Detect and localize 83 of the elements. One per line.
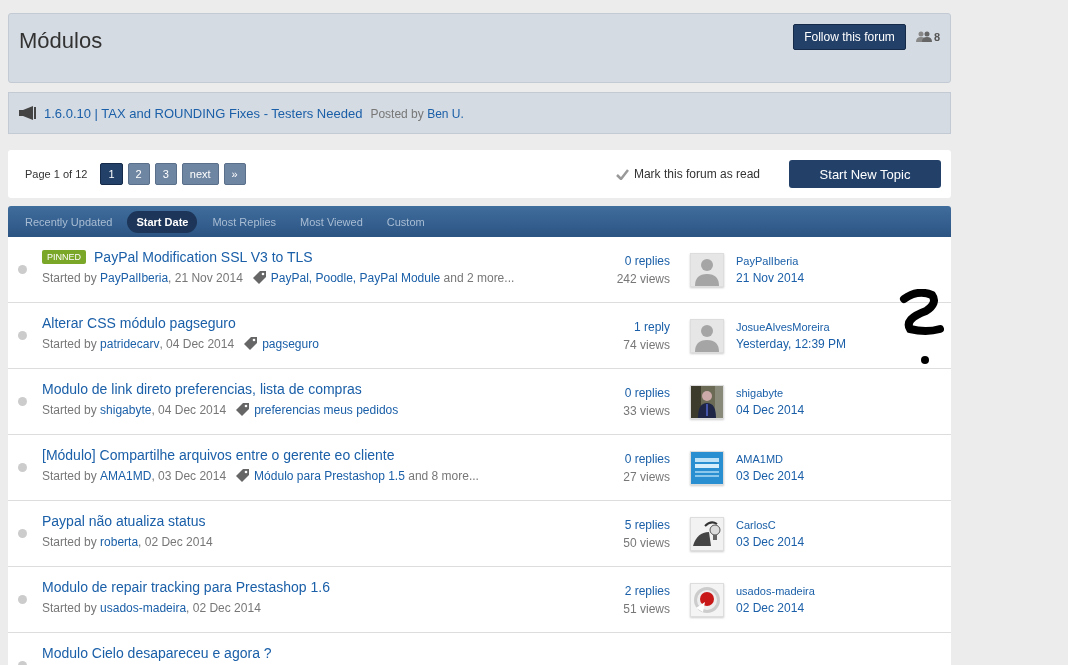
started-by-label: Started by [42,270,98,285]
last-poster-link[interactable]: PayPalIberia [736,254,951,267]
started-by-label: Started by [42,336,98,351]
author-link[interactable]: patridecarv [100,336,160,351]
sort-tab[interactable]: Start Date [127,210,198,233]
unread-dot-icon [18,265,27,274]
replies-link[interactable]: 0 replies [624,451,670,466]
users-icon [915,31,932,43]
tags-link[interactable]: PayPal, Poodle, PayPal Module [270,270,441,285]
megaphone-icon [19,106,36,120]
topic-title-link[interactable]: Paypal não atualiza status [42,512,206,529]
forum-title: Módulos [19,28,103,54]
topic-title-link[interactable]: Modulo de link direto preferencias, lista de compras [42,380,362,397]
tag-icon [236,403,250,416]
tags-link[interactable]: preferencias meus pedidos [254,402,399,417]
sort-tab[interactable]: Custom [377,210,434,233]
views-count: 74 views [623,337,670,352]
page-label: Page 1 of 12 [25,168,88,180]
tags-link[interactable]: Módulo para Prestashop 1.5 [254,468,405,483]
last-poster-link[interactable]: CarlosC [736,518,951,531]
sort-tab[interactable]: Recently Updated [16,210,122,233]
views-count: 27 views [623,469,670,484]
last-post-date-link[interactable]: 21 Nov 2014 [736,270,951,285]
tag-icon [244,337,258,350]
unread-dot-icon [18,463,27,472]
views-count: 33 views [623,403,670,418]
unread-dot-icon [18,331,27,340]
last-poster-link[interactable]: usados-madeira [736,584,951,597]
start-date: , 02 Dec 2014 [186,600,261,615]
replies-link[interactable]: 0 replies [624,385,670,400]
start-date: , 21 Nov 2014 [168,270,243,285]
more-tags-text: and 8 more... [407,468,479,483]
last-post-date-link[interactable]: Yesterday, 12:39 PM [736,336,951,351]
started-by-label: Started by [42,534,98,549]
replies-link[interactable]: 0 replies [624,253,670,268]
replies-link[interactable]: 1 reply [633,319,670,334]
tags-link[interactable]: pagseguro [262,336,319,351]
replies-link[interactable]: 5 replies [624,517,670,532]
start-date: , 04 Dec 2014 [159,336,235,351]
start-date: , 02 Dec 2014 [138,534,213,549]
follower-count: 8 [933,31,940,43]
started-by-label: Started by [42,468,98,483]
unread-dot-icon [18,397,27,406]
next-page-button[interactable]: next [181,163,219,185]
start-date: , 04 Dec 2014 [151,402,227,417]
unread-dot-icon [18,595,27,604]
pinned-badge: PINNED [42,249,86,264]
mark-read-link[interactable]: Mark this forum as read [615,167,760,181]
tag-icon [252,271,266,284]
sort-tab[interactable]: Most Replies [203,210,285,233]
last-page-button[interactable]: » [223,163,246,185]
announcement-author-link[interactable]: Ben U. [427,106,464,121]
replies-link[interactable]: 2 replies [624,583,670,598]
unread-dot-icon [18,529,27,538]
more-tags-text: and 2 more... [442,270,515,285]
sort-tab[interactable]: Most Viewed [291,210,372,233]
views-count: 242 views [616,271,670,286]
start-new-topic-button[interactable]: Start New Topic [789,160,941,188]
start-date: , 03 Dec 2014 [151,468,227,483]
follow-forum-button[interactable]: Follow this forum [793,24,906,50]
announcement-link[interactable]: 1.6.0.10 | TAX and ROUNDING Fixes - Testers Needed [44,105,363,121]
topic-title-link[interactable]: [Módulo] Compartilhe arquivos entre o gerente eo cliente [42,446,395,463]
topic-title-link[interactable]: Modulo de repair tracking para Prestashop 1.6 [42,578,330,595]
last-post-date-link[interactable]: 04 Dec 2014 [736,402,951,417]
last-post-date-link[interactable]: 03 Dec 2014 [736,468,951,483]
page-button[interactable]: 3 [154,163,177,185]
page-button[interactable]: 1 [100,163,123,185]
last-poster-link[interactable]: AMA1MD [736,452,951,465]
posted-by-label: Posted by [370,106,425,121]
last-poster-link[interactable]: shigabyte [736,386,951,399]
last-poster-link[interactable]: JosueAlvesMoreira [736,320,951,333]
topic-title-link[interactable]: PayPal Modification SSL V3 to TLS [94,248,313,265]
last-post-date-link[interactable]: 02 Dec 2014 [736,600,951,615]
started-by-label: Started by [42,402,98,417]
started-by-label: Started by [42,600,98,615]
topic-title-link[interactable]: Modulo Cielo desapareceu e agora ? [42,644,272,661]
views-count: 50 views [623,535,670,550]
tag-icon [236,469,250,482]
last-post-date-link[interactable]: 03 Dec 2014 [736,534,951,549]
checkmark-icon [615,168,629,180]
page-button[interactable]: 2 [127,163,150,185]
topic-title-link[interactable]: Alterar CSS módulo pagseguro [42,314,236,331]
views-count: 51 views [623,601,670,616]
